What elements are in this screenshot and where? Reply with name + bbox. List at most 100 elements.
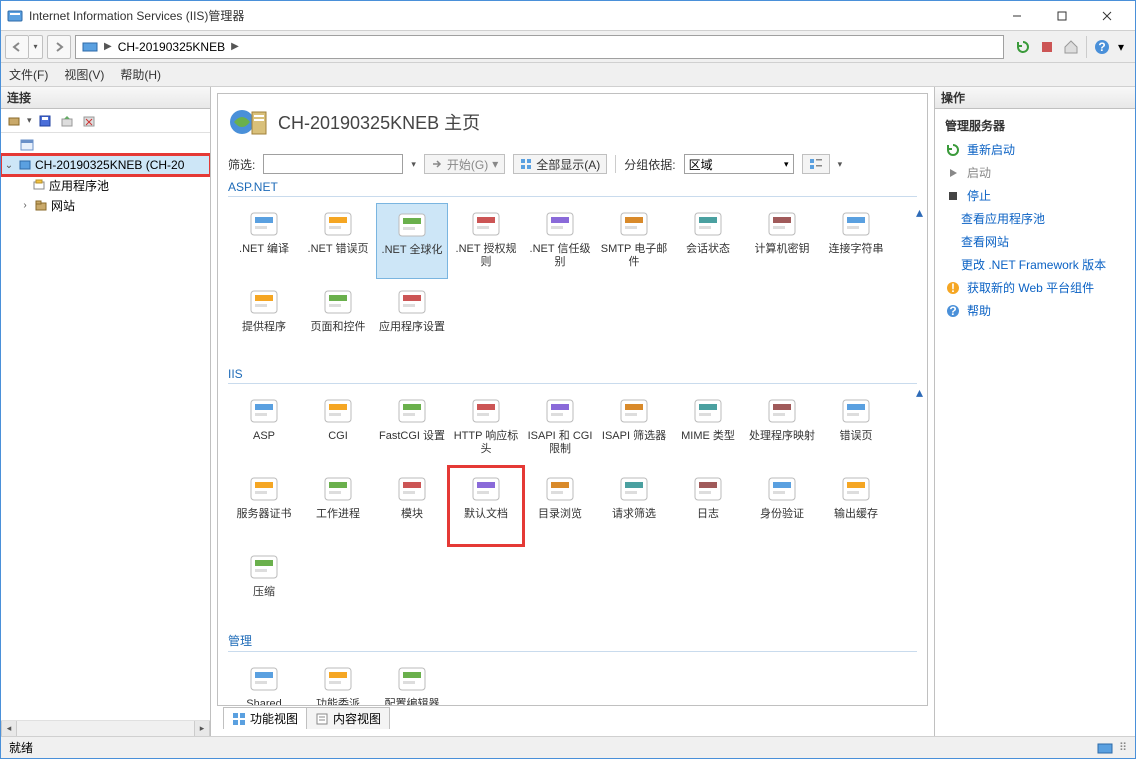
feature-item[interactable]: .NET 编译 (228, 203, 300, 279)
group-by-dropdown[interactable]: 区域▾ (684, 154, 794, 174)
help-button[interactable]: ? (1091, 36, 1113, 58)
feature-item[interactable]: 计算机密钥 (746, 203, 818, 279)
tree-start-page[interactable] (1, 135, 210, 155)
statusbar: 就绪 ⠿ (1, 736, 1135, 758)
warning-icon: ! (945, 280, 961, 296)
action-start[interactable]: 启动 (943, 161, 1127, 184)
back-history-dropdown[interactable]: ▾ (29, 35, 43, 59)
connections-hscroll[interactable]: ◂▸ (1, 720, 210, 736)
tree-server-node[interactable]: ⌄ CH-20190325KNEB (CH-20 (1, 155, 210, 175)
filter-dropdown-icon[interactable]: ▾ (411, 159, 416, 170)
breadcrumb-server[interactable]: CH-20190325KNEB (118, 40, 225, 54)
action-view-sites[interactable]: 查看网站 (943, 230, 1127, 253)
feature-item[interactable]: ISAPI 和 CGI 限制 (524, 390, 596, 466)
connect-icon[interactable] (5, 112, 23, 130)
main-area: 连接 ▾ ⌄ CH-20190325KNEB (CH-20 应用程序池 (1, 87, 1135, 736)
delete-connection-icon[interactable] (80, 112, 98, 130)
feature-item[interactable]: .NET 错误页 (302, 203, 374, 279)
feature-item[interactable]: HTTP 响应标头 (450, 390, 522, 466)
content-box: CH-20190325KNEB 主页 筛选: ▾ 开始(G) ▾ 全部显示(A)… (217, 93, 928, 706)
view-mode-button[interactable] (802, 154, 830, 174)
feature-label: ISAPI 和 CGI 限制 (526, 430, 594, 455)
feature-item[interactable]: ISAPI 筛选器 (598, 390, 670, 466)
maximize-button[interactable] (1039, 2, 1084, 30)
close-button[interactable] (1084, 2, 1129, 30)
tab-content-view[interactable]: 内容视图 (306, 707, 390, 729)
stop-button[interactable] (1036, 36, 1058, 58)
back-button[interactable] (5, 35, 29, 59)
sites-icon (33, 197, 49, 213)
feature-item[interactable]: 页面和控件 (302, 281, 374, 357)
feature-item[interactable]: 连接字符串 (820, 203, 892, 279)
feature-item[interactable]: 输出缓存 (820, 468, 892, 544)
feature-item[interactable]: CGI (302, 390, 374, 466)
feature-item[interactable]: 错误页 (820, 390, 892, 466)
up-level-icon[interactable] (58, 112, 76, 130)
action-change-framework[interactable]: 更改 .NET Framework 版本 (943, 253, 1127, 276)
feature-icon (469, 207, 503, 241)
feature-item[interactable]: 日志 (672, 468, 744, 544)
refresh-button[interactable] (1012, 36, 1034, 58)
tree-app-pools[interactable]: 应用程序池 (1, 175, 210, 195)
go-button[interactable]: 开始(G) ▾ (424, 154, 505, 174)
breadcrumb-bar[interactable]: ▶ CH-20190325KNEB ▶ (75, 35, 1004, 59)
action-change-framework-label: 更改 .NET Framework 版本 (961, 256, 1106, 273)
feature-item[interactable]: ASP (228, 390, 300, 466)
collapse-iis-icon[interactable]: ▴ (916, 384, 923, 401)
save-connections-icon[interactable] (36, 112, 54, 130)
feature-item[interactable]: 配置编辑器 (376, 658, 448, 706)
breadcrumb-root-icon[interactable] (82, 41, 98, 53)
filter-input[interactable] (263, 154, 403, 174)
feature-item[interactable]: 目录浏览 (524, 468, 596, 544)
view-mode-dropdown-icon[interactable]: ▾ (838, 159, 843, 170)
action-help[interactable]: ?帮助 (943, 299, 1127, 322)
home-button[interactable] (1060, 36, 1082, 58)
titlebar: Internet Information Services (IIS)管理器 (1, 1, 1135, 31)
feature-item[interactable]: .NET 信任级别 (524, 203, 596, 279)
forward-button[interactable] (47, 35, 71, 59)
feature-item[interactable]: Shared (228, 658, 300, 706)
feature-item[interactable]: .NET 全球化 (376, 203, 448, 279)
feature-label: 计算机密钥 (755, 243, 810, 256)
actions-header: 操作 (935, 87, 1135, 109)
feature-item[interactable]: .NET 授权规则 (450, 203, 522, 279)
feature-item[interactable]: 工作进程 (302, 468, 374, 544)
action-restart[interactable]: 重新启动 (943, 138, 1127, 161)
feature-item[interactable]: 服务器证书 (228, 468, 300, 544)
feature-item[interactable]: 请求筛选 (598, 468, 670, 544)
tree-sites[interactable]: › 网站 (1, 195, 210, 215)
feature-label: 输出缓存 (834, 508, 878, 521)
action-start-label: 启动 (967, 164, 991, 181)
feature-item[interactable]: 应用程序设置 (376, 281, 448, 357)
feature-item[interactable]: SMTP 电子邮件 (598, 203, 670, 279)
tab-features-view[interactable]: 功能视图 (223, 707, 307, 729)
feature-item[interactable]: 压缩 (228, 546, 300, 622)
feature-item[interactable]: 处理程序映射 (746, 390, 818, 466)
feature-item[interactable]: FastCGI 设置 (376, 390, 448, 466)
menu-file[interactable]: 文件(F) (9, 66, 48, 83)
feature-item[interactable]: MIME 类型 (672, 390, 744, 466)
feature-item[interactable]: 默认文档 (450, 468, 522, 544)
minimize-button[interactable] (994, 2, 1039, 30)
action-help-label: 帮助 (967, 302, 991, 319)
tree-sites-label: 网站 (51, 197, 75, 214)
tree-expand-icon[interactable]: › (19, 200, 31, 211)
feature-item[interactable]: 身份验证 (746, 468, 818, 544)
feature-item[interactable]: 提供程序 (228, 281, 300, 357)
tree-collapse-icon[interactable]: ⌄ (3, 160, 15, 171)
collapse-aspnet-icon[interactable]: ▴ (916, 204, 923, 221)
connect-dropdown-icon[interactable]: ▾ (27, 115, 32, 126)
menu-help[interactable]: 帮助(H) (120, 66, 161, 83)
center-panel: CH-20190325KNEB 主页 筛选: ▾ 开始(G) ▾ 全部显示(A)… (211, 87, 935, 736)
menu-view[interactable]: 视图(V) (64, 66, 104, 83)
action-view-apppools[interactable]: 查看应用程序池 (943, 207, 1127, 230)
action-stop[interactable]: 停止 (943, 184, 1127, 207)
feature-item[interactable]: 功能委派 (302, 658, 374, 706)
show-all-button[interactable]: 全部显示(A) (513, 154, 607, 174)
action-get-wpi[interactable]: !获取新的 Web 平台组件 (943, 276, 1127, 299)
feature-item[interactable]: 会话状态 (672, 203, 744, 279)
feature-label: SMTP 电子邮件 (600, 243, 668, 268)
help-dropdown[interactable]: ▾ (1115, 36, 1127, 58)
breadcrumb-sep-icon: ▶ (104, 41, 112, 52)
feature-item[interactable]: 模块 (376, 468, 448, 544)
